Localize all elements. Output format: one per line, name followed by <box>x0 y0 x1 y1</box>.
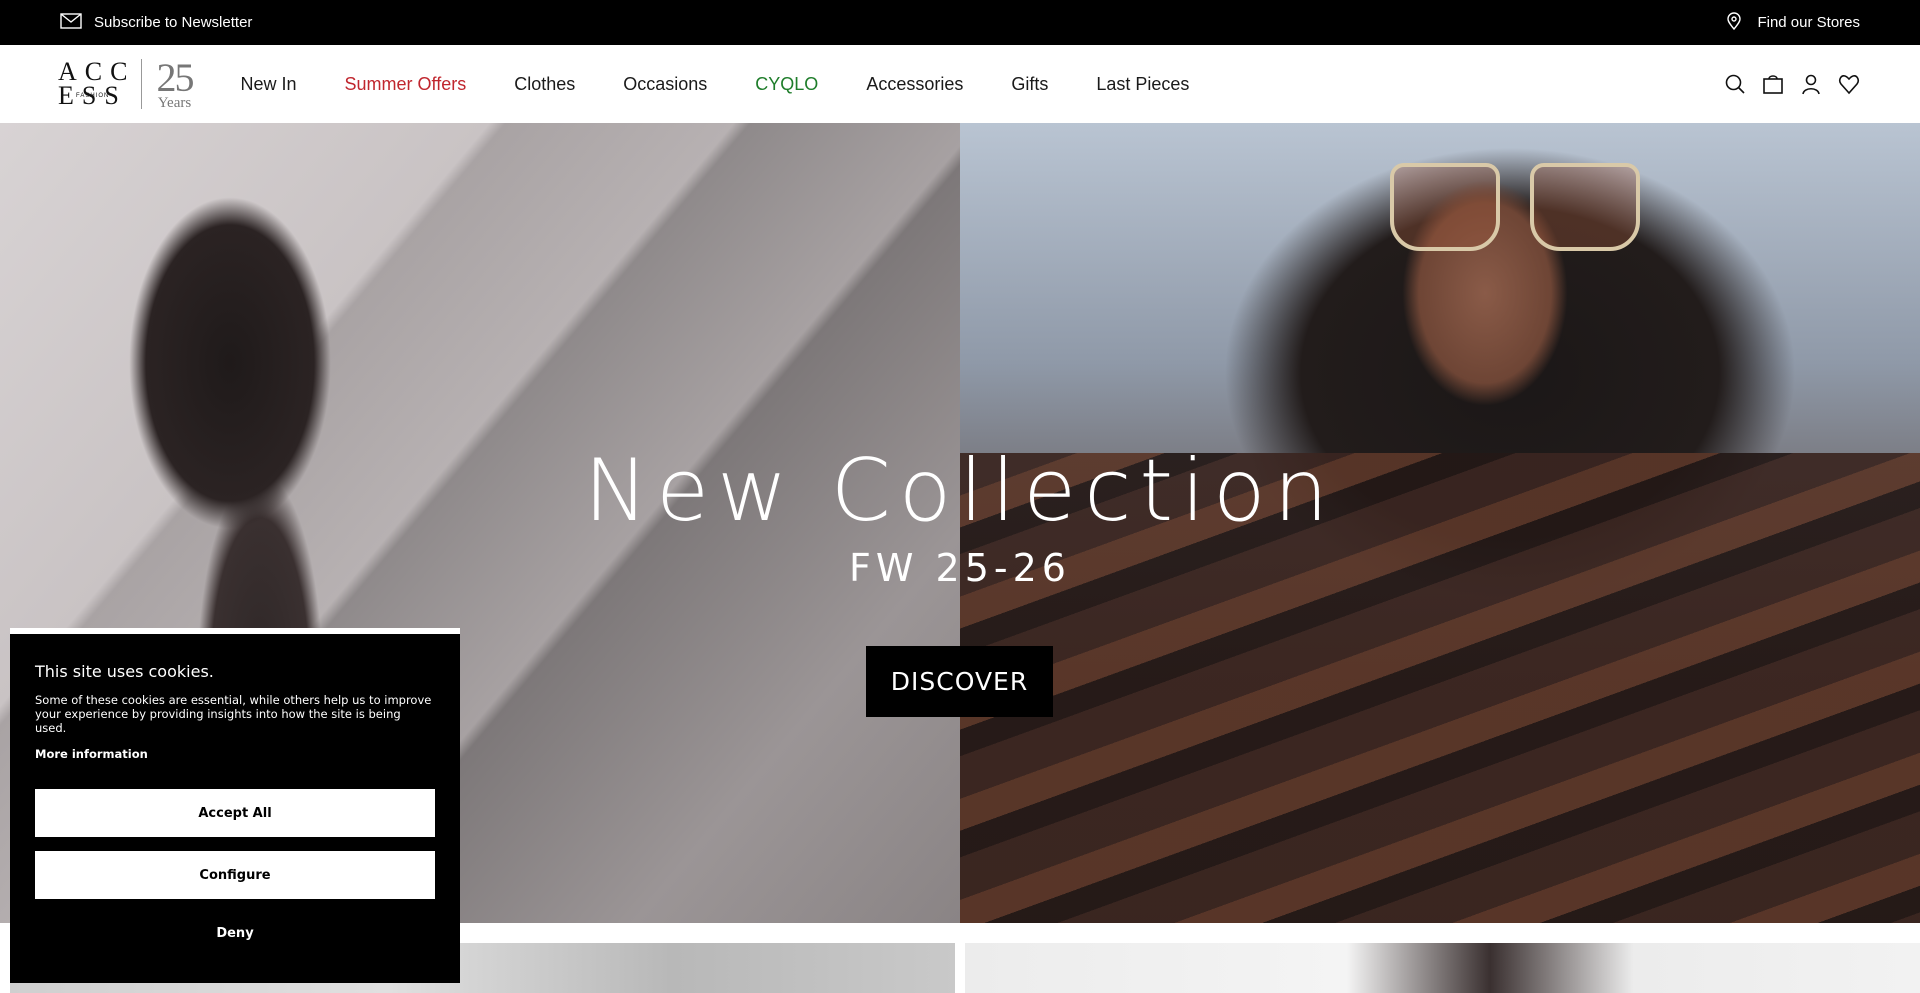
location-pin-icon <box>1723 11 1745 34</box>
logo-divider <box>141 59 143 109</box>
hero-title: New Collection <box>583 441 1337 541</box>
wishlist-heart-icon[interactable] <box>1838 73 1860 95</box>
main-navbar: ACC FASHION ESS 25 Years New In Summer O… <box>0 45 1920 123</box>
newsletter-link[interactable]: Subscribe to Newsletter <box>60 12 252 34</box>
cookie-configure-button[interactable]: Configure <box>35 851 435 899</box>
cookie-more-info-link[interactable]: More information <box>35 747 435 761</box>
discover-button[interactable]: DISCOVER <box>866 646 1053 717</box>
hero-subtitle: FW 25-26 <box>849 546 1071 590</box>
find-stores-label: Find our Stores <box>1757 14 1860 31</box>
cookie-title: This site uses cookies. <box>35 662 214 681</box>
logo-years-label: Years <box>157 94 192 111</box>
cookie-accept-button[interactable]: Accept All <box>35 789 435 837</box>
primary-nav: New In Summer Offers Clothes Occasions C… <box>240 74 1189 95</box>
shopping-bag-icon[interactable] <box>1762 73 1784 95</box>
account-icon[interactable] <box>1800 73 1822 95</box>
logo-fashion: FASHION <box>76 93 110 99</box>
nav-actions <box>1724 73 1860 95</box>
mail-icon <box>60 12 82 34</box>
category-tile-right[interactable] <box>965 943 1920 993</box>
logo-years-number: 25 <box>156 54 194 100</box>
nav-item-cyqlo[interactable]: CYQLO <box>755 74 818 95</box>
cookie-deny-button[interactable]: Deny <box>35 913 435 953</box>
sunglasses-graphic <box>1390 163 1650 253</box>
utility-bar: Subscribe to Newsletter Find our Stores <box>0 0 1920 45</box>
cookie-banner: This site uses cookies. Some of these co… <box>10 628 460 983</box>
logo-wordmark: ACC FASHION ESS <box>58 59 135 109</box>
nav-item-gifts[interactable]: Gifts <box>1011 74 1048 95</box>
nav-item-accessories[interactable]: Accessories <box>866 74 963 95</box>
nav-item-occasions[interactable]: Occasions <box>623 74 707 95</box>
nav-item-summer-offers[interactable]: Summer Offers <box>345 74 467 95</box>
nav-item-last-pieces[interactable]: Last Pieces <box>1096 74 1189 95</box>
nav-item-new-in[interactable]: New In <box>240 74 296 95</box>
brand-logo[interactable]: ACC FASHION ESS 25 Years <box>58 54 194 112</box>
nav-item-clothes[interactable]: Clothes <box>514 74 575 95</box>
find-stores-link[interactable]: Find our Stores <box>1723 11 1860 34</box>
search-icon[interactable] <box>1724 73 1746 95</box>
logo-anniversary: 25 Years <box>156 54 194 111</box>
newsletter-label: Subscribe to Newsletter <box>94 14 253 31</box>
cookie-body: Some of these cookies are essential, whi… <box>35 693 432 735</box>
